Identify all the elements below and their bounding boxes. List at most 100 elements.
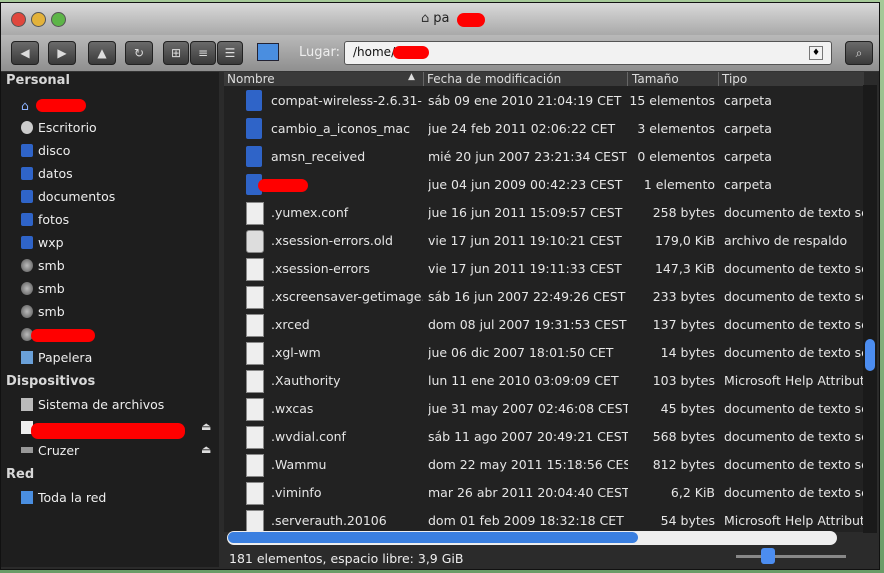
table-row[interactable]: .viminfo mar 26 abr 2011 20:04:40 CEST 6,2…: [224, 479, 864, 507]
vertical-scrollbar[interactable]: [863, 85, 877, 533]
folder-icon: [21, 144, 33, 157]
file-name: .Xauthority: [271, 373, 341, 388]
column-header-type[interactable]: Tipo: [719, 72, 864, 86]
redaction-mark: [258, 179, 308, 192]
horizontal-scrollbar[interactable]: [227, 531, 837, 545]
title-bar: ⌂ pa: [1, 3, 879, 35]
eject-icon[interactable]: ⏏: [201, 420, 211, 433]
text-file-icon: [246, 258, 264, 281]
file-name: .xsession-errors: [271, 261, 370, 276]
compact-view-button[interactable]: ☰: [217, 41, 243, 65]
table-row[interactable]: .xrced dom 08 jul 2007 19:31:53 CEST 137 b…: [224, 311, 864, 339]
table-row[interactable]: .xgl-wm jue 06 dic 2007 18:01:50 CET 14 by…: [224, 339, 864, 367]
zoom-slider-knob[interactable]: [761, 548, 775, 564]
sidebar-item-smb-3[interactable]: smb: [21, 304, 65, 324]
table-row[interactable]: .wvdial.conf sáb 11 ago 2007 20:49:21 CES…: [224, 423, 864, 451]
location-input[interactable]: /home/ ♦: [344, 41, 832, 65]
home-icon: ⌂: [421, 11, 430, 26]
file-size: 179,0 KiB: [654, 233, 715, 248]
file-date: jue 24 feb 2011 02:06:22 CET: [428, 121, 616, 136]
text-file-icon: [246, 482, 264, 505]
file-type: archivo de respaldo: [724, 233, 848, 248]
folder-icon: [21, 236, 33, 249]
table-row[interactable]: .xsession-errors vie 17 jun 2011 19:11:33…: [224, 255, 864, 283]
file-name: .xrced: [271, 317, 310, 332]
table-row[interactable]: .xsession-errors.old vie 17 jun 2011 19:1…: [224, 227, 864, 255]
file-name: .xsession-errors.old: [271, 233, 393, 248]
file-type: carpeta: [724, 149, 772, 164]
column-header-size[interactable]: Tamaño: [629, 72, 719, 86]
table-row[interactable]: amsn_received mié 20 jun 2007 23:21:34 CE…: [224, 143, 864, 171]
sidebar-item-escritorio[interactable]: Escritorio: [21, 120, 97, 140]
file-size: 1 elemento: [643, 177, 715, 192]
sidebar-item-papelera[interactable]: Papelera: [21, 350, 92, 370]
table-row[interactable]: .yumex.conf jue 16 jun 2011 15:09:57 CEST…: [224, 199, 864, 227]
file-size: 568 bytes: [652, 429, 715, 444]
text-file-icon: [246, 510, 264, 532]
toolbar: ◀ ▶ ▲ ↻ ⊞ ≡ ☰ Lugar: /home/ ♦ ⌕: [1, 35, 879, 72]
file-name: compat-wireless-2.6.31-...: [271, 93, 423, 108]
file-date: mié 20 jun 2007 23:21:34 CEST: [428, 149, 627, 164]
sidebar-item-documentos[interactable]: documentos: [21, 189, 115, 209]
redaction-mark: [31, 329, 95, 342]
file-date: sáb 09 ene 2010 21:04:19 CET: [428, 93, 622, 108]
redaction-mark: [457, 13, 485, 27]
minimize-window-button[interactable]: [31, 12, 46, 27]
text-file-icon: [246, 314, 264, 337]
sidebar-item-filesystem[interactable]: Sistema de archivos: [21, 397, 164, 417]
file-size: 233 bytes: [652, 289, 715, 304]
computer-icon[interactable]: [257, 43, 279, 61]
sidebar-item-toda-la-red[interactable]: Toda la red: [21, 490, 106, 510]
column-header-date[interactable]: Fecha de modificación: [424, 72, 628, 86]
file-date: jue 04 jun 2009 00:42:23 CEST: [428, 177, 623, 192]
sidebar-item-wxp[interactable]: wxp: [21, 235, 64, 255]
table-row[interactable]: .serverauth.20106 dom 01 feb 2009 18:32:1…: [224, 507, 864, 532]
network-share-icon: [21, 282, 33, 295]
bookmark-icon[interactable]: ♦: [809, 46, 823, 60]
sidebar-item-fotos[interactable]: fotos: [21, 212, 69, 232]
sidebar-item-datos[interactable]: datos: [21, 166, 73, 186]
column-header-name[interactable]: Nombre: [224, 72, 424, 86]
file-size: 6,2 KiB: [670, 485, 715, 500]
vertical-scroll-thumb[interactable]: [865, 339, 875, 371]
file-type: documento de texto sen: [724, 205, 864, 220]
text-file-icon: [246, 202, 264, 225]
file-name: .viminfo: [271, 485, 322, 500]
list-view-button[interactable]: ≡: [190, 41, 216, 65]
column-headers: Nombre ▲ Fecha de modificación Tamaño Ti…: [224, 72, 864, 86]
search-button[interactable]: ⌕: [845, 41, 873, 65]
table-row[interactable]: .Xauthority lun 11 ene 2010 03:09:09 CET 1…: [224, 367, 864, 395]
table-row[interactable]: .xscreensaver-getimage... sáb 16 jun 2007…: [224, 283, 864, 311]
file-type: documento de texto sen: [724, 345, 864, 360]
table-row[interactable]: .wxcas jue 31 may 2007 02:46:08 CEST 45 by…: [224, 395, 864, 423]
file-date: lun 11 ene 2010 03:09:09 CET: [428, 373, 619, 388]
sidebar-item-disco[interactable]: disco: [21, 143, 70, 163]
file-type: carpeta: [724, 93, 772, 108]
zoom-slider[interactable]: [736, 555, 846, 558]
close-window-button[interactable]: [11, 12, 26, 27]
redaction-mark: [393, 46, 429, 59]
folder-icon: [21, 167, 33, 180]
up-button[interactable]: ▲: [88, 41, 116, 65]
network-icon: [21, 491, 33, 504]
reload-button[interactable]: ↻: [125, 41, 153, 65]
file-date: sáb 11 ago 2007 20:49:21 CEST: [428, 429, 628, 444]
table-row[interactable]: cambio_a_iconos_mac jue 24 feb 2011 02:06…: [224, 115, 864, 143]
eject-icon[interactable]: ⏏: [201, 443, 211, 456]
maximize-window-button[interactable]: [51, 12, 66, 27]
text-file-icon: [246, 342, 264, 365]
file-date: jue 16 jun 2011 15:09:57 CEST: [428, 205, 623, 220]
back-button[interactable]: ◀: [11, 41, 39, 65]
sidebar-item-cruzer[interactable]: Cruzer: [21, 443, 79, 463]
table-row[interactable]: compat-wireless-2.6.31-... sáb 09 ene 201…: [224, 87, 864, 115]
table-row[interactable]: .Wammu dom 22 may 2011 15:18:56 CEST 812 b…: [224, 451, 864, 479]
horizontal-scroll-thumb[interactable]: [228, 532, 638, 543]
file-size: 103 bytes: [652, 373, 715, 388]
forward-button[interactable]: ▶: [48, 41, 76, 65]
table-row[interactable]: jue 04 jun 2009 00:42:23 CEST 1 elemento c…: [224, 171, 864, 199]
sidebar-item-smb-2[interactable]: smb: [21, 281, 65, 301]
sidebar-item-smb-1[interactable]: smb: [21, 258, 65, 278]
icon-view-button[interactable]: ⊞: [163, 41, 189, 65]
text-file-icon: [246, 426, 264, 449]
text-file-icon: [246, 454, 264, 477]
